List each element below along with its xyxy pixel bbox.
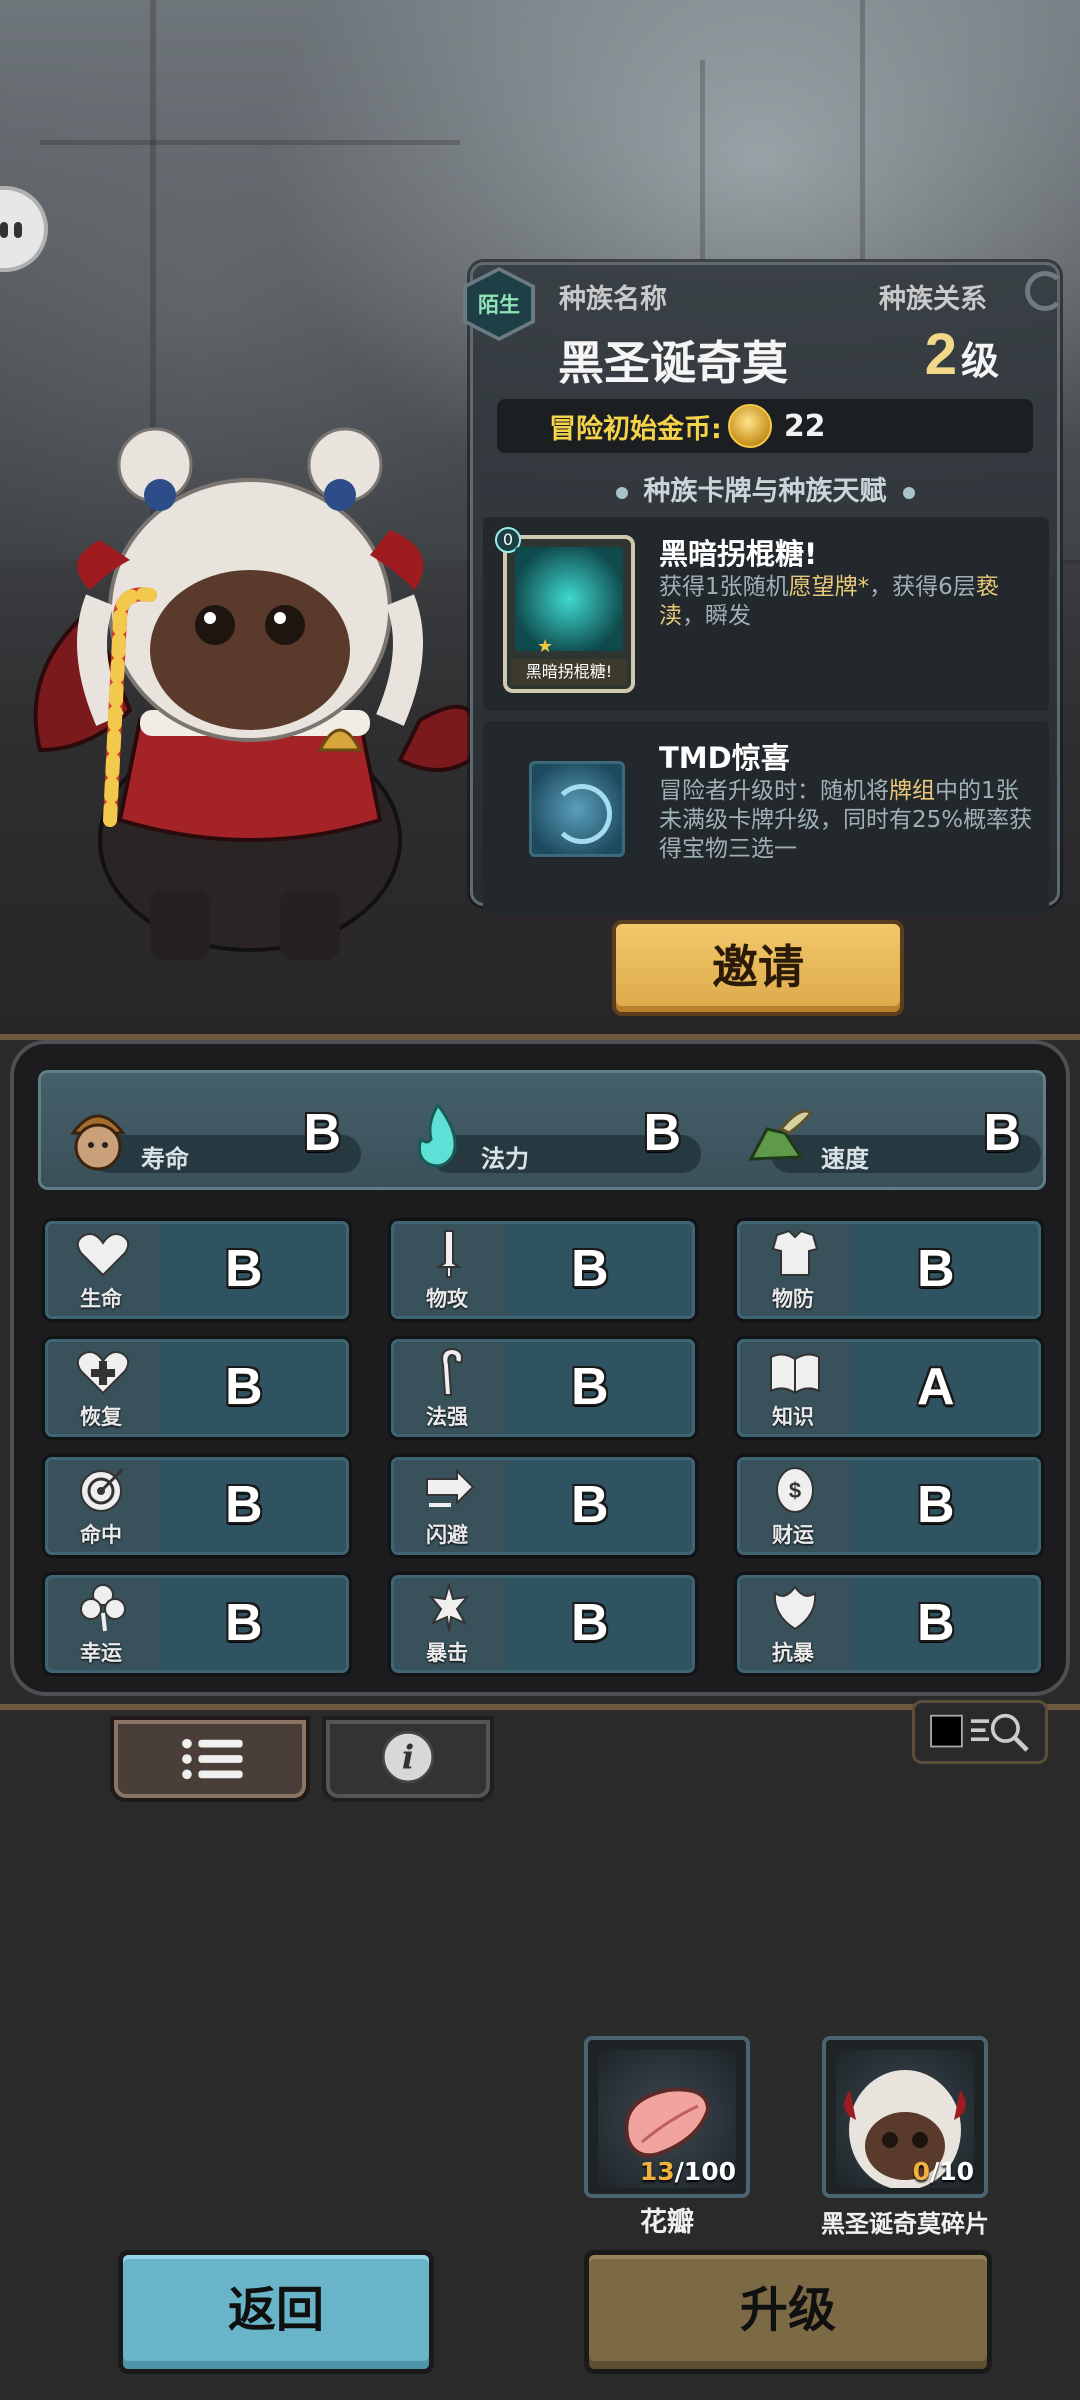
- stat-cell-crit-resist[interactable]: 抗暴 B: [734, 1572, 1044, 1676]
- shard-label: 黑圣诞奇莫碎片: [821, 2210, 989, 2238]
- character-portrait: [20, 420, 490, 980]
- starting-gold-label: 冒险初始金币:: [549, 413, 722, 445]
- stat-cell-knowledge[interactable]: 知识 A: [734, 1336, 1044, 1440]
- target-icon: [80, 1467, 125, 1512]
- critical-icon: [428, 1583, 470, 1632]
- top-stat-mana[interactable]: 法力 B: [401, 1099, 701, 1173]
- stat-cell-dodge[interactable]: 闪避 B: [388, 1454, 698, 1558]
- card-description: 获得1张随机愿望牌*，获得6层亵渎，瞬发: [659, 574, 999, 629]
- tab-info[interactable]: i: [322, 1716, 494, 1802]
- card-thumb-caption: 黑暗拐棍糖!: [511, 659, 627, 685]
- tab-list[interactable]: [110, 1716, 310, 1802]
- card-title: 黑暗拐棍糖!: [659, 537, 818, 571]
- talent-swirl-icon: [529, 761, 625, 857]
- race-name: 黑圣诞奇莫: [558, 336, 788, 390]
- race-level: 2级: [924, 322, 999, 387]
- stat-cell-physical-attack[interactable]: 物攻 B: [388, 1218, 698, 1322]
- top-stat-speed[interactable]: 速度 B: [741, 1099, 1041, 1173]
- stat-cell-luck[interactable]: 幸运 B: [42, 1572, 352, 1676]
- stat-cell-hp[interactable]: 生命 B: [42, 1218, 352, 1322]
- back-button[interactable]: 返回: [118, 2250, 434, 2374]
- list-icon: [182, 1738, 243, 1780]
- candy-cane-icon: [515, 547, 623, 651]
- resource-character-shard[interactable]: 0/10: [822, 2036, 988, 2198]
- race-card-row[interactable]: 0 ★ 黑暗拐棍糖! 黑暗拐棍糖! 获得1张随机愿望牌*，获得6层亵渎，瞬发: [483, 517, 1049, 711]
- heart-icon: [76, 1233, 130, 1277]
- stat-cell-accuracy[interactable]: 命中 B: [42, 1454, 352, 1558]
- section-title: 种族卡牌与种族天赋: [473, 469, 1057, 508]
- starting-gold-value: 22: [783, 408, 826, 444]
- heart-plus-icon: [76, 1351, 130, 1395]
- blue-flame-icon: [417, 1102, 457, 1168]
- gold-coin-icon: [727, 404, 772, 448]
- shield-flower-icon: [773, 1585, 817, 1631]
- stat-cell-recovery[interactable]: 恢复 B: [42, 1336, 352, 1440]
- stat-cell-fortune[interactable]: $ 财运 B: [734, 1454, 1044, 1558]
- talent-description: 冒险者升级时：随机将牌组中的1张未满级卡牌升级，同时有25%概率获得宝物三选一: [659, 778, 1033, 862]
- info-icon: i: [381, 1730, 435, 1784]
- top-stats-bar: 寿命 B 法力 B 速度 B: [38, 1070, 1046, 1190]
- talent-title: TMD惊喜: [659, 741, 790, 775]
- book-icon: [770, 1353, 820, 1395]
- stat-cell-physical-defense[interactable]: 物防 B: [734, 1218, 1044, 1322]
- shard-count: 0/10: [912, 2157, 974, 2186]
- sword-icon: [435, 1230, 463, 1278]
- svg-text:i: i: [402, 1739, 414, 1777]
- race-talent-row[interactable]: TMD惊喜 冒险者升级时：随机将牌组中的1张未满级卡牌升级，同时有25%概率获得…: [483, 721, 1049, 915]
- star-icon: ★: [537, 636, 554, 657]
- coin-icon: $: [776, 1467, 814, 1513]
- race-name-label: 种族名称: [559, 284, 667, 315]
- starting-gold-bar: 冒险初始金币: 22: [497, 399, 1033, 453]
- filter-search-icon: [930, 1713, 1029, 1752]
- clover-icon: [80, 1584, 126, 1632]
- swirl-icon: [1025, 271, 1065, 311]
- race-info-panel: 陌生 种族名称 种族关系 黑圣诞奇莫 2级 冒险初始金币: 22 种族卡牌与种族…: [463, 262, 1065, 915]
- race-card-thumbnail[interactable]: 0 ★ 黑暗拐棍糖!: [495, 527, 635, 693]
- race-relation-label[interactable]: 种族关系: [879, 277, 987, 316]
- stat-cell-magic-power[interactable]: 法强 B: [388, 1336, 698, 1440]
- petal-label: 花瓣: [640, 2207, 694, 2238]
- stats-frame: 寿命 B 法力 B 速度 B 生命 B 物攻 B 物防 B 恢复 B 法强 B …: [10, 1040, 1070, 1696]
- upgrade-button[interactable]: 升级: [584, 2250, 992, 2374]
- armor-icon: [771, 1229, 819, 1276]
- svg-text:$: $: [789, 1478, 801, 1503]
- petal-count: 13/100: [639, 2157, 736, 2186]
- filter-button[interactable]: [912, 1700, 1048, 1764]
- top-stat-lifespan[interactable]: 寿命 B: [61, 1099, 361, 1173]
- acorn-face-icon: [70, 1114, 126, 1171]
- stat-cell-critical[interactable]: 暴击 B: [388, 1572, 698, 1676]
- winged-boot-icon: [748, 1109, 814, 1161]
- staff-icon: [441, 1347, 463, 1396]
- resource-petal[interactable]: 13/100: [584, 2036, 750, 2198]
- dodge-arrow-icon: [426, 1468, 475, 1507]
- invite-button[interactable]: 邀请: [612, 920, 904, 1016]
